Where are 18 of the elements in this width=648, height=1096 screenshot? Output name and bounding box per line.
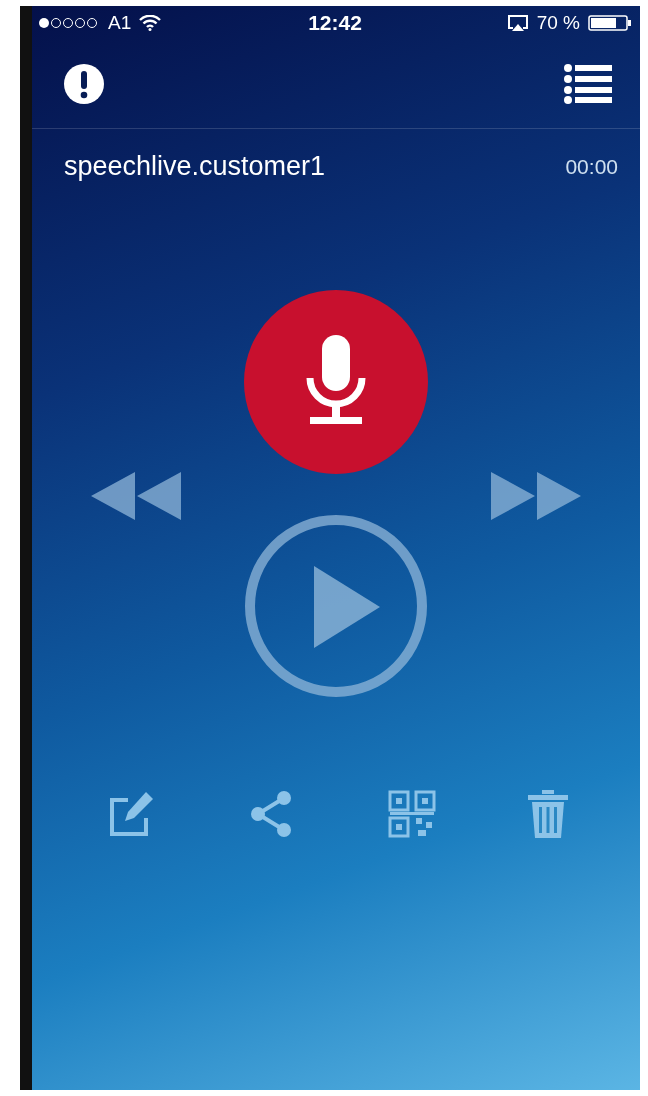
rewind-icon[interactable] (91, 472, 181, 520)
record-button[interactable] (244, 290, 428, 474)
edit-icon[interactable] (108, 790, 156, 838)
battery-icon (588, 14, 632, 32)
qr-code-icon[interactable] (388, 790, 436, 838)
airplay-icon (506, 14, 529, 32)
alert-icon[interactable] (64, 64, 104, 104)
fast-forward-icon[interactable] (491, 472, 581, 520)
battery-percent: 70 % (536, 12, 580, 34)
recording-duration: 00:00 (565, 154, 618, 179)
menu-icon[interactable] (564, 64, 612, 104)
trash-icon[interactable] (528, 790, 568, 838)
signal-icon (38, 17, 100, 29)
clock-time: 12:42 (308, 11, 362, 35)
wifi-icon (139, 15, 162, 31)
carrier-name: A1 (108, 12, 132, 34)
account-name: speechlive.customer1 (64, 151, 326, 182)
play-button[interactable] (244, 514, 428, 698)
